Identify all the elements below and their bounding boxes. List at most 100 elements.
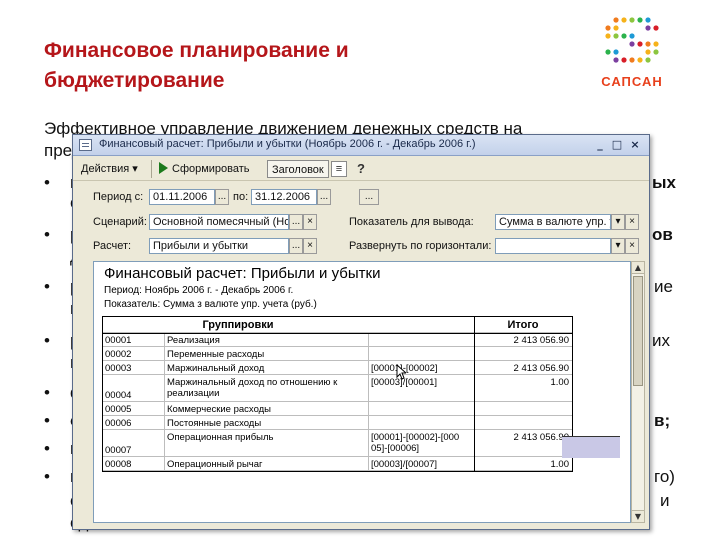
report-settings-form: Период с: 01.11.2006 ... по: 31.12.2006 … [73,182,649,260]
scroll-down-icon[interactable]: ▼ [632,510,644,522]
actions-menu-button[interactable]: Действия ▾ [81,160,138,178]
period-from-select-button[interactable]: ... [215,189,229,205]
table-row[interactable]: 00006 Постоянные расходы [102,417,572,430]
row-name: Реализация [167,335,220,346]
row-total [474,348,572,360]
table-row[interactable]: 00008 Операционный рычаг [00003]/[00007]… [102,458,572,471]
period-to-select-button[interactable]: ... [317,189,331,205]
scenario-select-button[interactable]: ... [289,214,303,230]
table-border [474,316,475,472]
row-code: 00008 [105,459,132,470]
row-formula [368,417,474,429]
maximize-button[interactable]: □ [610,138,624,152]
report-settings-icon[interactable]: ≡ [331,161,347,177]
expand-select[interactable] [495,238,611,254]
table-row[interactable]: 00003 Маржинальный доход [00001]-[00002]… [102,362,572,375]
text-peek: их [652,331,670,350]
scenario-label: Сценарий: [93,216,147,228]
row-total: 2 413 056.90 [513,432,569,443]
table-row[interactable]: 00007 Операционная прибыль [00001]-[0000… [102,431,572,457]
period-to-input[interactable]: 31.12.2006 [251,189,317,205]
expand-dropdown-button[interactable]: ▾ [611,238,625,254]
calc-clear-button[interactable]: × [303,238,317,254]
scenario-input[interactable]: Основной помесячный (Но [149,214,289,230]
row-formula: [00003]/[00007] [371,459,438,470]
calc-select-button[interactable]: ... [289,238,303,254]
header-total: Итого [507,319,539,331]
row-total: 2 413 056.90 [513,335,569,346]
toolbar-separator [151,160,152,178]
period-from-input[interactable]: 01.11.2006 [149,189,215,205]
report-indicator: Показатель: Сумма з валюте упр. учета (р… [104,299,317,310]
expand-clear-button[interactable]: × [625,238,639,254]
indicator-dropdown-button[interactable]: ▾ [611,214,625,230]
indicator-label: Показатель для вывода: [349,216,474,228]
row-formula: [00003]/[00001] [371,377,438,388]
table-row[interactable]: 00004 Маржинальный доход по отношению к … [102,376,572,402]
row-total: 1.00 [550,377,570,388]
row-total: 1.00 [550,459,570,470]
row-code: 00005 [105,404,132,415]
toolbar: Действия ▾ Сформировать Заголовок ≡ ? [73,157,649,181]
row-code: 00006 [105,418,132,429]
report-period: Период: Ноябрь 2006 г. - Декабрь 2006 г. [104,285,294,296]
row-total: 2 413 056.90 [513,363,569,374]
generate-label: Сформировать [172,163,250,175]
period-to-label: по: [233,191,249,203]
text-peek: го) [654,467,675,486]
row-code: 00007 [105,445,132,456]
row-name: Переменные расходы [167,349,265,360]
logo-dots-icon [605,17,659,63]
row-code: 00003 [105,363,132,374]
row-formula: [00001]-[00002] [371,363,438,374]
generate-button[interactable]: Сформировать [159,160,250,178]
scroll-up-icon[interactable]: ▲ [632,262,644,274]
play-icon [159,162,168,174]
row-name: Маржинальный доход по отношению к реализ… [167,377,338,399]
logo-text: САПСАН [601,74,663,89]
help-button[interactable]: ? [353,161,369,177]
window-titlebar[interactable]: Финансовый расчет: Прибыли и убытки (Ноя… [73,135,649,156]
table-row[interactable]: 00002 Переменные расходы [102,348,572,361]
window-icon [79,139,92,151]
scenario-clear-button[interactable]: × [303,214,317,230]
header-groupings: Группировки [202,319,274,331]
minimize-button[interactable]: _ [593,138,607,152]
table-border [102,316,103,472]
table-border [102,471,572,472]
row-name: Коммерческие расходы [167,404,272,415]
row-name: Операционная прибыль [167,432,274,443]
scroll-thumb[interactable] [633,276,643,386]
table-header-row: Группировки Итого [102,317,572,333]
period-pick-button[interactable]: ... [359,189,379,205]
table-row[interactable]: 00005 Коммерческие расходы [102,403,572,416]
row-total [474,417,572,429]
row-name: Операционный рычаг [167,459,263,470]
selected-cell-highlight [562,436,620,458]
text-peek: в; [654,411,671,430]
text-peek: ие [654,277,673,296]
indicator-clear-button[interactable]: × [625,214,639,230]
report-title: Финансовый расчет: Прибыли и убытки [104,265,381,282]
window-title: Финансовый расчет: Прибыли и убытки (Ноя… [99,138,476,150]
text-peek: ых [652,173,676,192]
close-button[interactable]: × [628,138,642,152]
report-window[interactable]: Финансовый расчет: Прибыли и убытки (Ноя… [72,134,650,530]
row-formula [368,348,474,360]
mouse-cursor-icon [396,364,406,380]
row-name: Постоянные расходы [167,418,262,429]
indicator-select[interactable]: Сумма в валюте упр. учет [495,214,611,230]
table-gridline [164,333,165,472]
row-formula: [00001]-[00002]-[000 05]-[00006] [371,432,460,454]
calc-input[interactable]: Прибыли и убытки [149,238,289,254]
row-name: Маржинальный доход [167,363,265,374]
row-code: 00001 [105,335,132,346]
heading-button[interactable]: Заголовок [267,160,329,178]
row-formula [368,334,474,346]
row-code: 00002 [105,349,132,360]
table-row[interactable]: 00001 Реализация 2 413 056.90 [102,334,572,347]
table-border [102,333,572,334]
report-spreadsheet[interactable]: Финансовый расчет: Прибыли и убытки Пери… [93,261,631,523]
text-peek: и [660,491,670,510]
report-scrollbar[interactable]: ▲ ▼ [631,261,645,523]
